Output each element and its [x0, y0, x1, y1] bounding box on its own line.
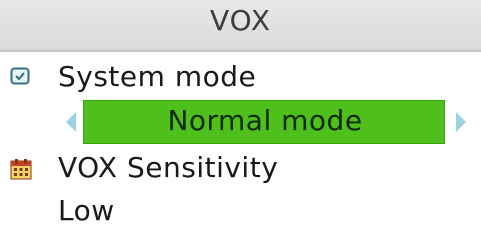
mode-icon	[10, 66, 30, 90]
vox-menu-screen: VOX System mode Normal mode VOX Sensitiv…	[0, 0, 481, 234]
vox-sensitivity-value[interactable]: Low	[58, 194, 115, 227]
system-mode-value: Normal mode	[167, 104, 363, 137]
calendar-icon	[10, 158, 32, 184]
page-title: VOX	[209, 4, 272, 37]
system-mode-label: System mode	[58, 60, 257, 93]
next-option-arrow[interactable]	[456, 112, 466, 132]
system-mode-selector[interactable]: Normal mode	[83, 100, 445, 144]
previous-option-arrow[interactable]	[66, 112, 76, 132]
title-bar: VOX	[0, 0, 481, 52]
vox-sensitivity-label: VOX Sensitivity	[58, 151, 279, 184]
